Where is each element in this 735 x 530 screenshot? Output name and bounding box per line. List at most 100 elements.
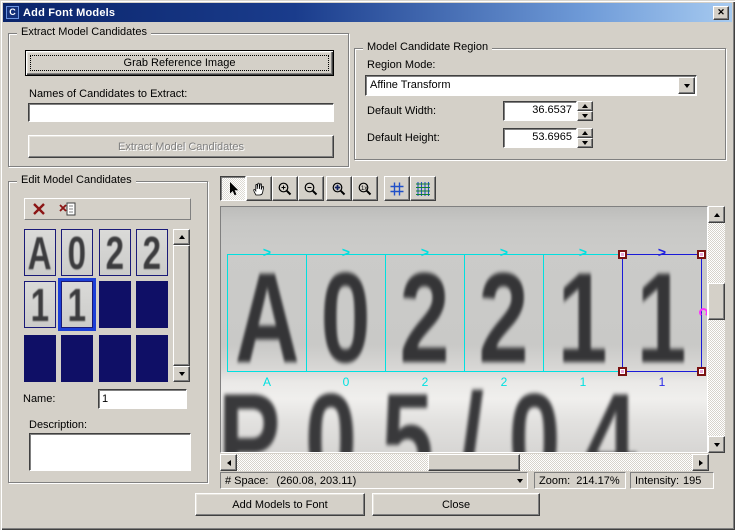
candidate-names-input[interactable] [28, 103, 334, 122]
resize-handle-nw[interactable] [618, 250, 627, 259]
delete-all-candidates-button[interactable] [57, 200, 79, 218]
default-height-label: Default Height: [367, 132, 440, 144]
intensity-label: Intensity: [635, 474, 680, 487]
zoom-out-icon [304, 182, 318, 195]
add-models-to-font-button[interactable]: Add Models to Font [195, 493, 365, 516]
model-region-box[interactable]: >2 [464, 244, 544, 390]
height-spin-up-button[interactable] [577, 128, 593, 138]
model-region-box[interactable]: >1 [543, 244, 623, 390]
default-height-field[interactable]: 53.6965 [503, 128, 577, 148]
model-region-box[interactable]: >0 [306, 244, 386, 390]
scroll-left-button[interactable] [220, 454, 237, 471]
candidate-toolbar [24, 198, 191, 220]
model-region-box-selected[interactable]: > 1 [618, 244, 707, 390]
extract-model-candidates-label: Extract Model Candidates [118, 140, 244, 153]
resize-handle-ne[interactable] [697, 250, 706, 259]
extract-model-candidates-button: Extract Model Candidates [28, 135, 334, 158]
rotation-handle[interactable] [699, 308, 707, 317]
titlebar[interactable]: C Add Font Models ✕ [3, 3, 732, 22]
zoom-1x-icon: 1x [358, 182, 372, 195]
canvas-vertical-scrollbar[interactable] [708, 206, 725, 453]
region-mode-combobox[interactable]: Affine Transform [365, 75, 697, 96]
scroll-up-button[interactable] [173, 229, 190, 245]
scroll-up-icon [713, 212, 720, 217]
scroll-down-button[interactable] [708, 436, 725, 453]
model-region-box[interactable]: > A [227, 244, 307, 390]
app-icon: C [6, 6, 19, 19]
hand-icon [253, 182, 265, 195]
svg-text:1x: 1x [361, 186, 367, 192]
canvas-horizontal-scrollbar[interactable] [220, 454, 709, 471]
zoom-fit-icon [332, 182, 346, 195]
window-title: Add Font Models [23, 6, 116, 19]
scrollbar-thumb[interactable] [708, 283, 725, 320]
region-mode-value: Affine Transform [370, 79, 451, 91]
height-spin-down-button[interactable] [577, 138, 593, 148]
candidate-glyph: 1 [30, 281, 50, 328]
space-status-dropdown[interactable]: # Space: (260.08, 203.11) [220, 472, 528, 489]
scroll-right-button[interactable] [692, 454, 709, 471]
description-label: Description: [29, 419, 88, 431]
default-height-value: 53.6965 [532, 131, 572, 143]
spin-down-icon [582, 114, 588, 118]
region-group-title: Model Candidate Region [363, 41, 493, 53]
pointer-icon [230, 181, 239, 195]
add-font-models-dialog: C Add Font Models ✕ Extract Model Candid… [0, 0, 735, 530]
grid-fine-toggle-button[interactable] [410, 176, 436, 201]
scroll-up-icon [178, 235, 185, 239]
candidate-name-input[interactable] [98, 389, 187, 409]
spin-down-icon [582, 141, 588, 145]
image-canvas[interactable]: > A >0 >2 >2 >1 > 1 A 0 2 2 1 1 P05/04 [220, 206, 708, 453]
candidate-tile[interactable]: 0 [61, 229, 93, 276]
name-label: Name: [23, 393, 56, 405]
default-width-field[interactable]: 36.6537 [503, 101, 577, 121]
grab-reference-image-button[interactable]: Grab Reference Image [25, 50, 334, 76]
extract-group-title: Extract Model Candidates [17, 26, 151, 38]
scrollbar-thumb[interactable] [428, 454, 520, 471]
width-spin-down-button[interactable] [577, 111, 593, 121]
delete-all-icon [59, 202, 76, 216]
delete-candidate-button[interactable] [29, 200, 49, 218]
zoom-fit-button[interactable] [326, 176, 352, 201]
scroll-up-button[interactable] [708, 206, 725, 223]
names-of-candidates-label: Names of Candidates to Extract: [29, 88, 188, 100]
close-window-button[interactable]: ✕ [713, 5, 729, 20]
close-label: Close [441, 498, 471, 511]
candidate-grid-scrollbar[interactable] [173, 229, 190, 382]
grid-coarse-toggle-button[interactable] [384, 176, 410, 201]
width-spin-up-button[interactable] [577, 101, 593, 111]
region-mode-label: Region Mode: [367, 59, 436, 71]
edit-group-title: Edit Model Candidates [17, 174, 136, 186]
candidate-tile[interactable]: 1 [24, 281, 56, 328]
spin-up-icon [582, 131, 588, 135]
candidate-tile-selected[interactable]: 1 [58, 278, 96, 331]
default-width-label: Default Width: [367, 105, 437, 117]
empty-tile [24, 335, 56, 382]
scrollbar-thumb[interactable] [173, 245, 190, 366]
model-region-box[interactable]: >2 [385, 244, 465, 390]
scroll-right-icon [698, 459, 703, 466]
close-button[interactable]: Close [372, 493, 540, 516]
candidate-glyph: 0 [67, 229, 87, 276]
region-mode-dropdown-button[interactable] [678, 77, 695, 94]
grid-coarse-icon [390, 182, 404, 195]
candidate-tile[interactable]: 2 [99, 229, 131, 276]
pan-tool-button[interactable] [246, 176, 272, 201]
candidate-glyph: 2 [105, 229, 125, 276]
intensity-value: 195 [683, 474, 702, 487]
grid-fine-icon [416, 181, 430, 196]
space-value: (260.08, 203.11) [276, 474, 357, 487]
candidate-description-input[interactable] [29, 433, 191, 471]
zoom-out-button[interactable] [298, 176, 324, 201]
scroll-down-button[interactable] [173, 366, 190, 382]
add-models-to-font-label: Add Models to Font [232, 498, 328, 511]
zoom-in-button[interactable] [272, 176, 298, 201]
zoom-value: 214.17% [576, 474, 620, 487]
empty-tile [99, 281, 131, 328]
extract-model-candidates-group: Extract Model Candidates Grab Reference … [8, 26, 349, 167]
zoom-status: Zoom: 214.17% [534, 472, 626, 489]
candidate-tile[interactable]: A [24, 229, 56, 276]
candidate-tile[interactable]: 2 [136, 229, 168, 276]
zoom-1x-button[interactable]: 1x [352, 176, 378, 201]
pointer-tool-button[interactable] [220, 176, 246, 201]
